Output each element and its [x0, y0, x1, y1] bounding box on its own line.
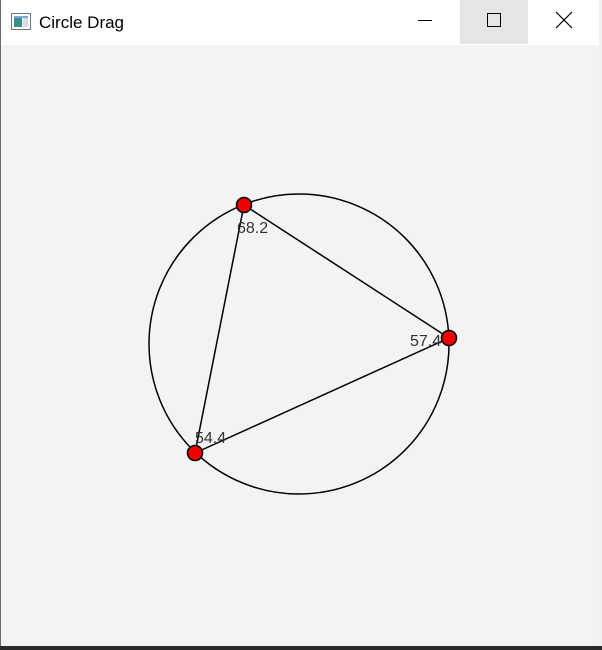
app-icon: [11, 13, 31, 30]
angle-label-right: 57.4: [410, 333, 441, 350]
drag-point-top[interactable]: [235, 196, 253, 214]
drawing-canvas[interactable]: 68.2 57.4 54.4: [1, 45, 599, 646]
maximize-icon: [486, 12, 502, 33]
close-button[interactable]: [529, 0, 599, 44]
drag-point-bottom[interactable]: [186, 444, 204, 462]
circle-drawing: 68.2 57.4 54.4: [148, 193, 458, 495]
maximize-button[interactable]: [460, 0, 528, 44]
close-icon: [555, 11, 573, 34]
angle-label-top: 68.2: [237, 220, 268, 237]
title-bar[interactable]: Circle Drag: [1, 0, 599, 45]
triangle: [193, 203, 451, 455]
minimize-icon: [417, 12, 433, 33]
drag-point-right[interactable]: [440, 329, 458, 347]
window-title: Circle Drag: [39, 13, 125, 32]
app-window: Circle Drag 68.2 57.4 54.4: [0, 0, 600, 647]
window-edge-bottom: [0, 646, 602, 650]
angle-label-bottom: 54.4: [195, 430, 226, 447]
minimize-button[interactable]: [391, 0, 459, 44]
